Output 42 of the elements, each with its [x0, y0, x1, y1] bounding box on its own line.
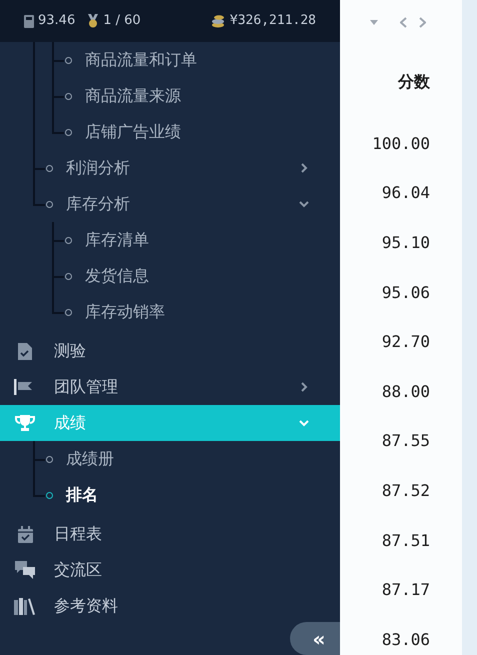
menu-item[interactable]: 测验 — [0, 333, 340, 369]
next-icon[interactable] — [419, 17, 426, 28]
coins-icon — [210, 14, 226, 28]
menu-item[interactable]: 库存清单 — [0, 222, 340, 258]
previous-icon[interactable] — [400, 17, 407, 28]
menu-item[interactable]: 库存动销率 — [0, 294, 340, 330]
table-cell-text: 87.51 — [382, 530, 430, 552]
calendar-icon — [18, 526, 32, 542]
dropdown-icon[interactable] — [370, 20, 378, 25]
calculator-icon — [24, 14, 34, 28]
menu-item[interactable]: 团队管理 — [0, 369, 340, 405]
menu-item[interactable]: 店铺广告业绩 — [0, 114, 340, 150]
table-cell-text: 88.00 — [382, 380, 430, 403]
menu-item[interactable]: 利润分析 — [0, 150, 340, 186]
rank-value: 1 / 60 — [103, 12, 141, 30]
menu-item[interactable]: 交流区 — [0, 552, 340, 588]
table-cell-text: 92.70 — [382, 331, 430, 354]
menu-item[interactable]: 参考资料 — [0, 588, 340, 624]
table-cell-text: 96.04 — [382, 182, 430, 204]
medal-icon — [87, 14, 100, 28]
menu-item[interactable]: 商品流量和订单 — [0, 42, 340, 78]
table-cell-text: 87.55 — [382, 430, 430, 452]
books-icon — [14, 598, 36, 614]
chat-bubbles-icon — [15, 561, 35, 579]
document-check-icon — [18, 342, 32, 360]
table-cell-text: 95.06 — [382, 282, 430, 304]
table-cell-text: 100.00 — [372, 132, 430, 155]
trophy-icon — [15, 415, 35, 431]
table-cell-text: 95.10 — [382, 232, 430, 254]
menu-item[interactable]: 日程表 — [0, 516, 340, 552]
table-cell-text: 87.17 — [382, 579, 430, 602]
collapse-button[interactable]: « — [290, 622, 340, 655]
column-header: 分数 — [396, 71, 430, 93]
menu-item[interactable]: 排名 — [0, 477, 340, 513]
menu-item[interactable]: 成绩册 — [0, 441, 340, 477]
table-cell-text: 83.06 — [382, 628, 430, 651]
menu-item[interactable]: 库存分析 — [0, 186, 340, 222]
menu-item[interactable]: 商品流量来源 — [0, 78, 340, 114]
menu-item[interactable]: 发货信息 — [0, 258, 340, 294]
score-value: 93.46 — [38, 12, 76, 30]
balance-value: ¥326,211.28 — [230, 12, 316, 30]
table-cell-text: 87.52 — [382, 480, 430, 502]
